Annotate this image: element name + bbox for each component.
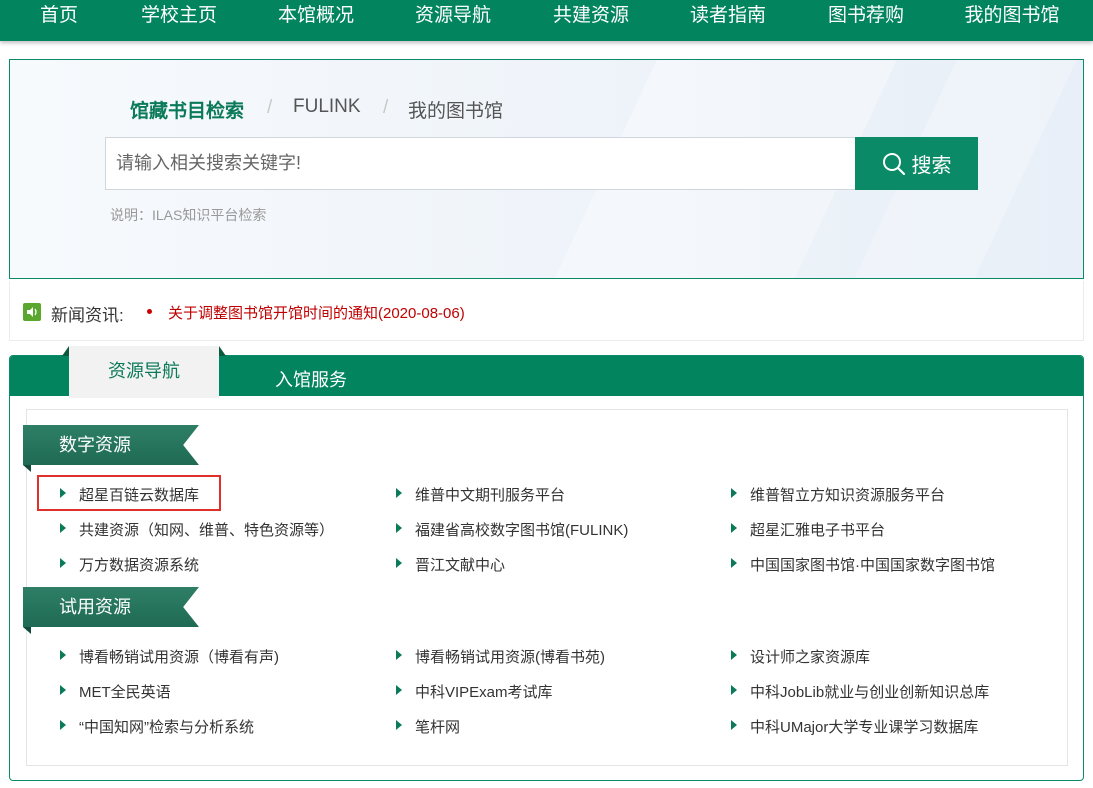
search-note: 说明：ILAS知识平台检索	[110, 207, 267, 223]
list-item[interactable]: 笔杆网	[396, 716, 460, 737]
tab-my-library[interactable]: 我的图书馆	[408, 96, 503, 123]
search-button-label: 搜索	[911, 155, 952, 177]
list-item[interactable]: 中科UMajor大学专业课学习数据库	[731, 716, 978, 737]
search-button[interactable]: 搜索	[855, 137, 978, 190]
list-item[interactable]: 超星汇雅电子书平台	[731, 519, 885, 540]
list-item[interactable]: 共建资源（知网、维普、特色资源等）	[60, 519, 334, 540]
section-ribbon-trial: 试用资源	[23, 587, 213, 635]
search-icon	[882, 152, 905, 175]
tab-separator: /	[267, 97, 273, 118]
triangle-bullet-icon	[60, 523, 66, 533]
triangle-bullet-icon	[396, 488, 402, 498]
news-bar: 新闻资讯: 关于调整图书馆开馆时间的通知(2020-08-06)	[9, 281, 1084, 341]
search-panel: 馆藏书目检索 / FULINK / 我的图书馆 搜索 说明：ILAS知识平台检索	[9, 59, 1084, 279]
nav-item-resource-nav[interactable]: 资源导航	[412, 0, 494, 32]
triangle-bullet-icon	[731, 650, 737, 660]
nav-item-book-recommend[interactable]: 图书荐购	[825, 0, 907, 32]
section-ribbon-digital: 数字资源	[23, 425, 213, 473]
triangle-bullet-icon	[396, 685, 402, 695]
news-item-link[interactable]: 关于调整图书馆开馆时间的通知(2020-08-06)	[168, 302, 465, 323]
triangle-bullet-icon	[60, 488, 66, 498]
tab-resource-navigation[interactable]: 资源导航	[62, 346, 226, 398]
list-item[interactable]: 博看畅销试用资源(博看书苑)	[396, 646, 605, 667]
list-item[interactable]: 中科JobLib就业与创业创新知识总库	[731, 681, 989, 702]
nav-item-reader-guide[interactable]: 读者指南	[687, 0, 769, 32]
tab-library-services[interactable]: 入馆服务	[275, 366, 347, 392]
top-nav: 首页 学校主页 本馆概况 资源导航 共建资源 读者指南 图书荐购 我的图书馆	[0, 0, 1093, 41]
triangle-bullet-icon	[60, 720, 66, 730]
triangle-bullet-icon	[731, 558, 737, 568]
bullet-icon	[147, 309, 152, 314]
list-item[interactable]: 维普智立方知识资源服务平台	[731, 484, 945, 505]
triangle-bullet-icon	[731, 523, 737, 533]
tab-catalog-search[interactable]: 馆藏书目检索	[130, 96, 244, 123]
nav-item-school-home[interactable]: 学校主页	[138, 0, 220, 32]
triangle-bullet-icon	[731, 685, 737, 695]
triangle-bullet-icon	[396, 650, 402, 660]
triangle-bullet-icon	[731, 488, 737, 498]
triangle-bullet-icon	[60, 558, 66, 568]
list-item[interactable]: 中国国家图书馆·中国国家数字图书馆	[731, 554, 995, 575]
section-title: 试用资源	[23, 587, 199, 627]
list-item[interactable]: MET全民英语	[60, 681, 171, 702]
triangle-bullet-icon	[396, 558, 402, 568]
list-item[interactable]: 福建省高校数字图书馆(FULINK)	[396, 519, 628, 540]
list-item[interactable]: 中科VIPExam考试库	[396, 681, 553, 702]
list-item[interactable]: 超星百链云数据库	[60, 484, 199, 505]
speaker-icon	[23, 303, 41, 321]
news-label: 新闻资讯:	[51, 306, 124, 325]
triangle-bullet-icon	[731, 720, 737, 730]
triangle-bullet-icon	[396, 720, 402, 730]
tab-fulink[interactable]: FULINK	[293, 96, 361, 118]
list-item[interactable]: 维普中文期刊服务平台	[396, 484, 565, 505]
nav-item-home[interactable]: 首页	[30, 0, 88, 32]
list-item[interactable]: 晋江文献中心	[396, 554, 505, 575]
triangle-bullet-icon	[60, 650, 66, 660]
triangle-bullet-icon	[60, 685, 66, 695]
list-item[interactable]: “中国知网”检索与分析系统	[60, 716, 254, 737]
list-item[interactable]: 博看畅销试用资源（博看有声)	[60, 646, 279, 667]
section-title: 数字资源	[23, 425, 199, 465]
list-item[interactable]: 万方数据资源系统	[60, 554, 199, 575]
list-item[interactable]: 设计师之家资源库	[731, 646, 870, 667]
search-input[interactable]	[105, 137, 857, 190]
nav-item-my-library[interactable]: 我的图书馆	[960, 0, 1064, 32]
tab-separator: /	[383, 97, 389, 118]
nav-item-library-overview[interactable]: 本馆概况	[275, 0, 357, 32]
nav-item-shared-resources[interactable]: 共建资源	[550, 0, 632, 32]
triangle-bullet-icon	[396, 523, 402, 533]
